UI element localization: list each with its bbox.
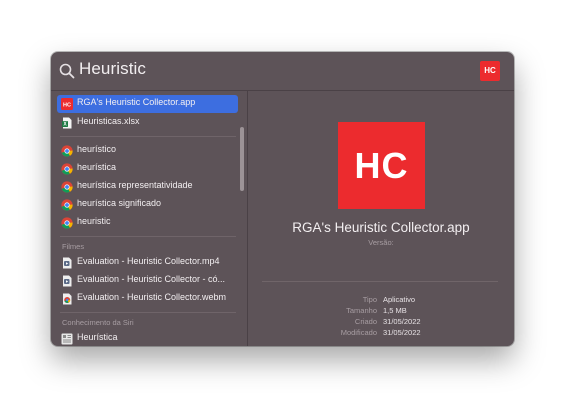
section-divider xyxy=(60,136,236,137)
result-label: heurística representatividade xyxy=(77,180,193,190)
result-row-suggestion[interactable]: heurístico xyxy=(57,142,238,160)
result-row-suggestion[interactable]: heurística xyxy=(57,160,238,178)
chrome-icon xyxy=(61,181,73,193)
meta-value: 1,5 MB xyxy=(383,306,407,315)
preview-divider xyxy=(262,281,498,282)
meta-key: Criado xyxy=(354,317,377,326)
video-file-icon xyxy=(63,275,72,287)
result-label: heuristic xyxy=(77,216,111,226)
meta-key: Tamanho xyxy=(346,306,377,315)
preview-title: RGA's Heuristic Collector.app xyxy=(292,220,470,235)
result-row-movie[interactable]: Evaluation - Heuristic Collector.mp4 xyxy=(57,254,238,272)
section-header-siri: Conhecimento da Siri xyxy=(62,318,134,327)
result-row-siri[interactable]: Heurística xyxy=(57,330,238,346)
meta-row-modified: Modificado 31/05/2022 xyxy=(248,328,514,338)
hc-app-icon: HC xyxy=(61,98,73,110)
section-divider xyxy=(60,312,236,313)
spotlight-window: Heuristic HC HC RGA's Heuristic Collecto… xyxy=(51,52,514,346)
search-input[interactable]: Heuristic xyxy=(79,59,146,79)
meta-row-type: Tipo Aplicativo xyxy=(248,295,514,305)
chrome-icon xyxy=(61,217,73,229)
result-row-movie[interactable]: Evaluation - Heuristic Collector - có... xyxy=(57,272,238,290)
hc-app-badge-icon: HC xyxy=(480,61,500,81)
hc-logo-icon: HC xyxy=(338,122,425,209)
result-label: Evaluation - Heuristic Collector.mp4 xyxy=(77,256,220,266)
result-label: heurístico xyxy=(77,144,117,154)
search-icon xyxy=(59,63,75,79)
preview-version-label: Versão: xyxy=(368,238,394,247)
result-row-suggestion[interactable]: heurística significado xyxy=(57,196,238,214)
chrome-file-icon xyxy=(63,293,72,305)
search-bar[interactable]: Heuristic HC xyxy=(51,52,514,91)
chrome-icon xyxy=(61,163,73,175)
result-label: heurística xyxy=(77,162,117,172)
meta-value: 31/05/2022 xyxy=(383,328,421,337)
meta-value: Aplicativo xyxy=(383,295,416,304)
result-label: Heurística xyxy=(77,332,118,342)
result-row-suggestion[interactable]: heurística representatividade xyxy=(57,178,238,196)
result-row-heuristicas-xlsx[interactable]: X Heuristicas.xlsx xyxy=(57,114,238,132)
meta-row-created: Criado 31/05/2022 xyxy=(248,317,514,327)
section-divider xyxy=(60,236,236,237)
siri-knowledge-icon xyxy=(61,333,73,345)
result-label: Heuristicas.xlsx xyxy=(77,116,140,126)
result-row-hc-app[interactable]: HC RGA's Heuristic Collector.app xyxy=(57,95,238,113)
video-file-icon xyxy=(63,257,72,269)
result-label: Evaluation - Heuristic Collector - có... xyxy=(77,274,226,284)
excel-file-icon: X xyxy=(62,117,72,129)
result-row-suggestion[interactable]: heuristic xyxy=(57,214,238,232)
chrome-icon xyxy=(61,199,73,211)
section-header-movies: Filmes xyxy=(62,242,85,251)
result-label: Evaluation - Heuristic Collector.webm xyxy=(77,292,227,302)
chrome-icon xyxy=(61,145,73,157)
results-scrollbar[interactable] xyxy=(240,127,244,191)
meta-key: Tipo xyxy=(362,295,377,304)
meta-value: 31/05/2022 xyxy=(383,317,421,326)
meta-key: Modificado xyxy=(340,328,377,337)
result-row-movie[interactable]: Evaluation - Heuristic Collector.webm xyxy=(57,290,238,308)
preview-pane: HC RGA's Heuristic Collector.app Versão:… xyxy=(248,91,514,346)
result-label: RGA's Heuristic Collector.app xyxy=(77,97,196,107)
results-list: HC RGA's Heuristic Collector.app X Heuri… xyxy=(51,91,248,346)
result-label: heurística significado xyxy=(77,198,162,208)
meta-row-size: Tamanho 1,5 MB xyxy=(248,306,514,316)
svg-text:HC: HC xyxy=(63,102,71,108)
